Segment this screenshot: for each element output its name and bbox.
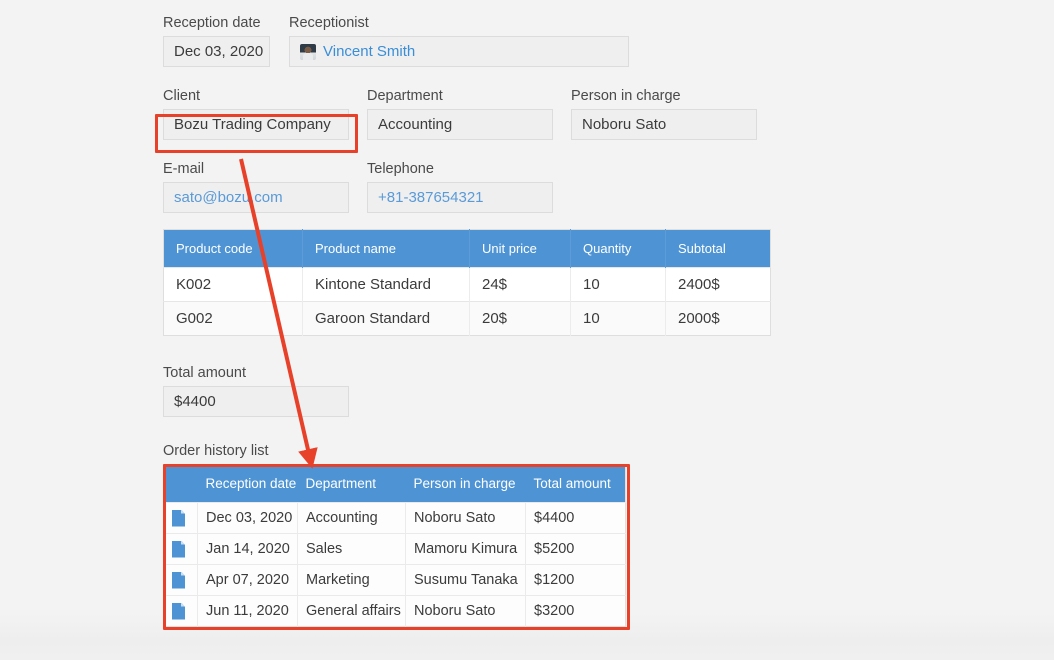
cell-person-in-charge: Mamoru Kimura: [405, 533, 526, 565]
product-table-header-row: Product code Product name Unit price Qua…: [163, 229, 771, 268]
cell-product-name: Garoon Standard: [302, 301, 470, 336]
telephone-field-group: Telephone +81-387654321: [367, 160, 553, 213]
reception-date-label: Reception date: [163, 15, 261, 31]
cell-subtotal: 2400$: [665, 267, 771, 302]
column-header-unit-price[interactable]: Unit price: [469, 229, 571, 268]
cell-person-in-charge: Noboru Sato: [405, 595, 526, 627]
order-history-header-row: Reception date Department Person in char…: [163, 464, 626, 503]
cell-person-in-charge: Noboru Sato: [405, 502, 526, 534]
column-header-person-in-charge[interactable]: Person in charge: [405, 464, 526, 503]
column-header-quantity[interactable]: Quantity: [570, 229, 666, 268]
cell-quantity: 10: [570, 267, 666, 302]
column-header-department[interactable]: Department: [297, 464, 406, 503]
department-value[interactable]: Accounting: [367, 109, 553, 140]
list-item[interactable]: Apr 07, 2020 Marketing Susumu Tanaka $12…: [163, 564, 626, 596]
cell-department: Accounting: [297, 502, 406, 534]
column-header-total-amount[interactable]: Total amount: [525, 464, 626, 503]
document-file-icon[interactable]: [172, 571, 185, 589]
total-amount-value[interactable]: $4400: [163, 386, 349, 417]
cell-record-link[interactable]: [163, 595, 198, 627]
list-item[interactable]: Jun 11, 2020 General affairs Noboru Sato…: [163, 595, 626, 627]
receptionist-label: Receptionist: [289, 15, 369, 31]
cell-total-amount: $4400: [525, 502, 626, 534]
cell-reception-date: Apr 07, 2020: [197, 564, 298, 596]
client-row: Client Bozu Trading Company Department A…: [163, 87, 1023, 140]
cell-department: Marketing: [297, 564, 406, 596]
order-history-table-body: Dec 03, 2020 Accounting Noboru Sato $440…: [163, 502, 626, 627]
cell-department: Sales: [297, 533, 406, 565]
cell-record-link[interactable]: [163, 502, 198, 534]
order-history-table: Reception date Department Person in char…: [163, 464, 626, 627]
product-table: Product code Product name Unit price Qua…: [163, 229, 771, 336]
client-field-group: Client Bozu Trading Company: [163, 87, 349, 140]
department-field-group: Department Accounting: [367, 87, 553, 140]
department-label: Department: [367, 88, 443, 104]
client-value[interactable]: Bozu Trading Company: [163, 109, 349, 140]
cell-subtotal: 2000$: [665, 301, 771, 336]
cell-product-name: Kintone Standard: [302, 267, 470, 302]
table-row[interactable]: G002 Garoon Standard 20$ 10 2000$: [163, 301, 771, 336]
user-photo-avatar-icon: [300, 43, 316, 60]
receptionist-value[interactable]: Vincent Smith: [289, 36, 629, 67]
cell-record-link[interactable]: [163, 533, 198, 565]
cell-reception-date: Jan 14, 2020: [197, 533, 298, 565]
telephone-value[interactable]: +81-387654321: [367, 182, 553, 213]
product-table-body: K002 Kintone Standard 24$ 10 2400$ G002 …: [163, 267, 771, 336]
cell-quantity: 10: [570, 301, 666, 336]
column-header-icon: [163, 464, 198, 503]
order-history-label: Order history list: [163, 443, 269, 459]
reception-date-field-group: Reception date Dec 03, 2020: [163, 14, 270, 67]
cell-reception-date: Jun 11, 2020: [197, 595, 298, 627]
column-header-reception-date[interactable]: Reception date: [197, 464, 298, 503]
receptionist-field-group: Receptionist Vincent Smith: [289, 14, 629, 67]
person-in-charge-field-group: Person in charge Noboru Sato: [571, 87, 757, 140]
list-item[interactable]: Dec 03, 2020 Accounting Noboru Sato $440…: [163, 502, 626, 534]
document-file-icon[interactable]: [172, 509, 185, 527]
person-in-charge-label: Person in charge: [571, 88, 681, 104]
telephone-label: Telephone: [367, 161, 434, 177]
cell-reception-date: Dec 03, 2020: [197, 502, 298, 534]
cell-total-amount: $1200: [525, 564, 626, 596]
cell-person-in-charge: Susumu Tanaka: [405, 564, 526, 596]
document-file-icon[interactable]: [172, 540, 185, 558]
product-table-header: Product code Product name Unit price Qua…: [163, 229, 771, 268]
page-background: Reception date Dec 03, 2020 Receptionist…: [0, 0, 1054, 660]
contact-row: E-mail sato@bozu.com Telephone +81-38765…: [163, 160, 1023, 213]
total-amount-field-group: Total amount $4400: [163, 364, 349, 417]
total-amount-label: Total amount: [163, 365, 247, 381]
email-value[interactable]: sato@bozu.com: [163, 182, 349, 213]
cell-product-code: G002: [163, 301, 303, 336]
client-label: Client: [163, 88, 201, 104]
table-row[interactable]: K002 Kintone Standard 24$ 10 2400$: [163, 267, 771, 302]
column-header-product-code[interactable]: Product code: [163, 229, 303, 268]
column-header-subtotal[interactable]: Subtotal: [665, 229, 771, 268]
cell-department: General affairs: [297, 595, 406, 627]
cell-record-link[interactable]: [163, 564, 198, 596]
cell-product-code: K002: [163, 267, 303, 302]
order-history-section: Order history list Reception date Depart…: [163, 443, 633, 627]
email-field-group: E-mail sato@bozu.com: [163, 160, 349, 213]
order-record-form: Reception date Dec 03, 2020 Receptionist…: [163, 14, 1023, 627]
cell-total-amount: $5200: [525, 533, 626, 565]
person-in-charge-value[interactable]: Noboru Sato: [571, 109, 757, 140]
receptionist-name[interactable]: Vincent Smith: [323, 37, 415, 66]
document-file-icon[interactable]: [172, 602, 185, 620]
reception-date-value[interactable]: Dec 03, 2020: [163, 36, 270, 67]
email-label: E-mail: [163, 161, 205, 177]
column-header-product-name[interactable]: Product name: [302, 229, 470, 268]
cell-unit-price: 24$: [469, 267, 571, 302]
order-history-table-header: Reception date Department Person in char…: [163, 464, 626, 503]
reception-row: Reception date Dec 03, 2020 Receptionist…: [163, 14, 1023, 67]
cell-unit-price: 20$: [469, 301, 571, 336]
list-item[interactable]: Jan 14, 2020 Sales Mamoru Kimura $5200: [163, 533, 626, 565]
cell-total-amount: $3200: [525, 595, 626, 627]
